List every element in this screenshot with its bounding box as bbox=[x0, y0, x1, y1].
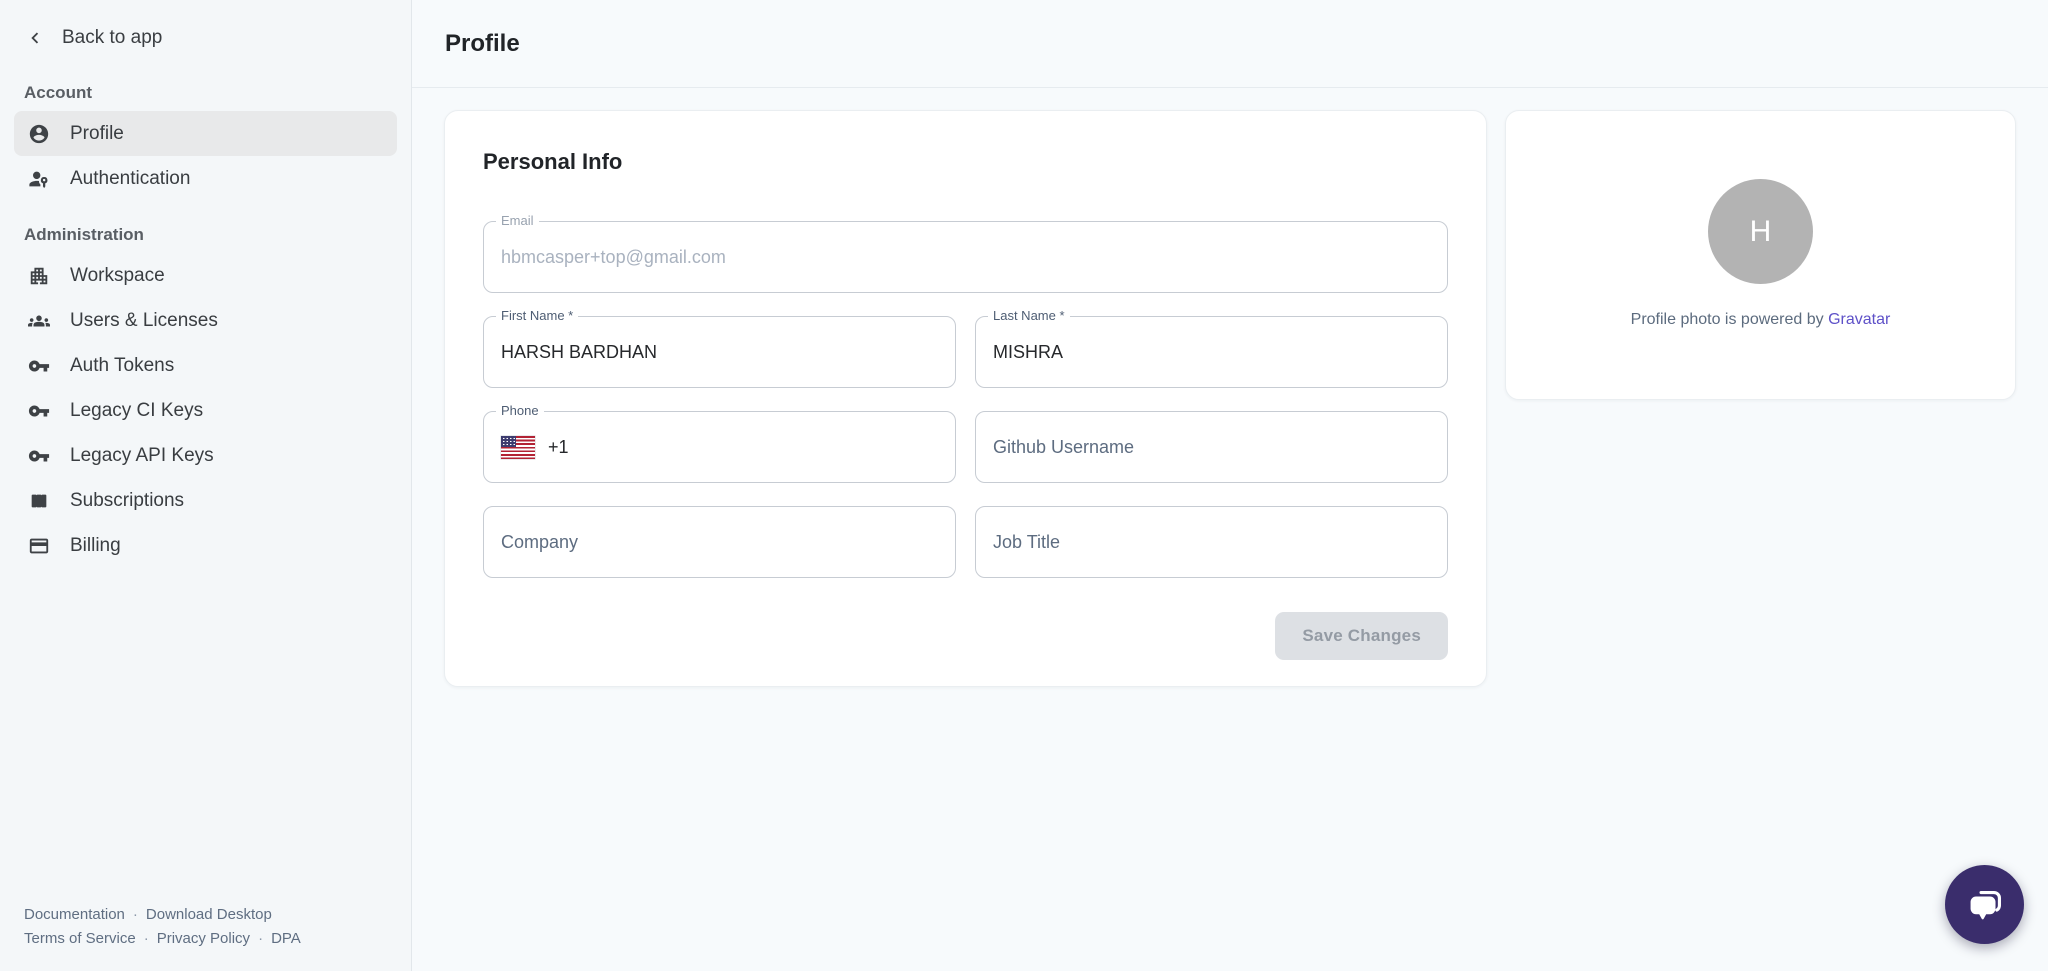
github-username-placeholder: Github Username bbox=[993, 437, 1134, 458]
phone-field-label: Phone bbox=[496, 403, 544, 419]
gravatar-caption-text: Profile photo is powered by bbox=[1631, 311, 1824, 328]
sidebar-item-profile[interactable]: Profile bbox=[14, 111, 397, 156]
sidebar-item-subscriptions[interactable]: Subscriptions bbox=[14, 478, 397, 523]
footer-row-2: Terms of Service · Privacy Policy · DPA bbox=[24, 927, 387, 951]
chevron-left-icon bbox=[24, 27, 46, 49]
gravatar-card: H Profile photo is powered by Gravatar bbox=[1505, 110, 2016, 400]
passkey-icon bbox=[28, 168, 50, 190]
form-actions: Save Changes bbox=[483, 612, 1448, 660]
last-name-field-label: Last Name * bbox=[988, 308, 1070, 324]
dpa-link[interactable]: DPA bbox=[271, 930, 301, 947]
main-area: Profile Personal Info Email hbmcasper+to… bbox=[412, 0, 2048, 971]
company-placeholder: Company bbox=[501, 532, 578, 553]
sidebar-item-label: Legacy API Keys bbox=[70, 445, 214, 467]
first-name-field-value: HARSH BARDHAN bbox=[501, 342, 657, 363]
personal-info-title: Personal Info bbox=[483, 149, 1448, 175]
save-changes-button[interactable]: Save Changes bbox=[1275, 612, 1448, 660]
sidebar-item-label: Users & Licenses bbox=[70, 310, 218, 332]
sidebar-item-label: Auth Tokens bbox=[70, 355, 174, 377]
sidebar-item-label: Profile bbox=[70, 123, 124, 145]
sidebar-item-auth-tokens[interactable]: Auth Tokens bbox=[14, 343, 397, 388]
key-icon bbox=[28, 445, 50, 467]
company-field[interactable]: Company bbox=[483, 506, 956, 578]
footer-separator: · bbox=[258, 930, 263, 947]
sidebar-item-legacy-api-keys[interactable]: Legacy API Keys bbox=[14, 433, 397, 478]
documentation-link[interactable]: Documentation bbox=[24, 906, 125, 923]
last-name-field-value: MISHRA bbox=[993, 342, 1063, 363]
email-field-value: hbmcasper+top@gmail.com bbox=[501, 247, 726, 268]
back-to-app-button[interactable]: Back to app bbox=[0, 0, 411, 59]
chat-bubbles-icon bbox=[1964, 884, 2006, 926]
last-name-field[interactable]: Last Name * MISHRA bbox=[975, 316, 1448, 388]
first-name-field-label: First Name * bbox=[496, 308, 578, 324]
phone-field[interactable]: Phone +1 bbox=[483, 411, 956, 483]
content-area: Personal Info Email hbmcasper+top@gmail.… bbox=[412, 88, 2048, 687]
account-circle-icon bbox=[28, 123, 50, 145]
footer-row-1: Documentation · Download Desktop bbox=[24, 903, 387, 927]
privacy-policy-link[interactable]: Privacy Policy bbox=[157, 930, 250, 947]
sidebar-item-workspace[interactable]: Workspace bbox=[14, 253, 397, 298]
columns-icon bbox=[28, 490, 50, 512]
us-flag-icon[interactable] bbox=[501, 436, 535, 459]
github-username-field[interactable]: Github Username bbox=[975, 411, 1448, 483]
page-title: Profile bbox=[445, 30, 520, 58]
job-title-field[interactable]: Job Title bbox=[975, 506, 1448, 578]
sidebar-footer: Documentation · Download Desktop Terms of … bbox=[0, 903, 411, 971]
section-label-administration: Administration bbox=[24, 225, 411, 245]
sidebar-item-label: Billing bbox=[70, 535, 121, 557]
sidebar-item-label: Subscriptions bbox=[70, 490, 184, 512]
key-icon bbox=[28, 400, 50, 422]
download-desktop-link[interactable]: Download Desktop bbox=[146, 906, 272, 923]
terms-of-service-link[interactable]: Terms of Service bbox=[24, 930, 136, 947]
first-name-field[interactable]: First Name * HARSH BARDHAN bbox=[483, 316, 956, 388]
key-icon bbox=[28, 355, 50, 377]
email-field[interactable]: Email hbmcasper+top@gmail.com bbox=[483, 221, 1448, 293]
gravatar-caption: Profile photo is powered by Gravatar bbox=[1631, 311, 1891, 329]
sidebar-item-label: Authentication bbox=[70, 168, 190, 190]
job-title-placeholder: Job Title bbox=[993, 532, 1060, 553]
groups-icon bbox=[28, 310, 50, 332]
avatar: H bbox=[1708, 179, 1813, 284]
building-icon bbox=[28, 265, 50, 287]
footer-separator: · bbox=[144, 930, 149, 947]
sidebar-item-label: Legacy CI Keys bbox=[70, 400, 203, 422]
sidebar-item-authentication[interactable]: Authentication bbox=[14, 156, 397, 201]
personal-info-card: Personal Info Email hbmcasper+top@gmail.… bbox=[444, 110, 1487, 687]
phone-dial-code: +1 bbox=[548, 437, 569, 458]
sidebar-item-users-licenses[interactable]: Users & Licenses bbox=[14, 298, 397, 343]
credit-card-icon bbox=[28, 535, 50, 557]
sidebar-item-legacy-ci-keys[interactable]: Legacy CI Keys bbox=[14, 388, 397, 433]
page-header: Profile bbox=[412, 0, 2048, 88]
sidebar-item-label: Workspace bbox=[70, 265, 165, 287]
email-field-label: Email bbox=[496, 213, 539, 229]
gravatar-link[interactable]: Gravatar bbox=[1828, 311, 1890, 328]
back-to-app-label: Back to app bbox=[62, 27, 162, 49]
sidebar-item-billing[interactable]: Billing bbox=[14, 523, 397, 568]
chat-widget-button[interactable] bbox=[1945, 865, 2024, 944]
sidebar: Back to app Account Profile Authenticati… bbox=[0, 0, 412, 971]
section-label-account: Account bbox=[24, 83, 411, 103]
footer-separator: · bbox=[133, 906, 138, 923]
